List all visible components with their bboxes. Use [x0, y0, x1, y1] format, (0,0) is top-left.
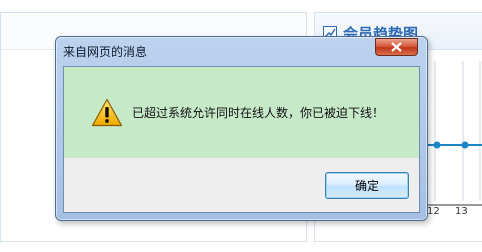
ok-button-label: 确定	[354, 179, 379, 193]
chart-point	[461, 141, 469, 149]
close-icon	[391, 42, 402, 52]
warning-icon	[91, 98, 123, 127]
alert-dialog: 来自网页的消息 已超过系统允许同时在线人数，你已被迫下线！ 确定	[55, 36, 428, 221]
x-tick-label: 12	[427, 206, 440, 217]
dialog-body: 已超过系统允许同时在线人数，你已被迫下线！ 确定	[63, 66, 420, 213]
ok-button[interactable]: 确定	[325, 172, 409, 199]
x-tick-label: 13	[455, 206, 468, 217]
dialog-message: 已超过系统允许同时在线人数，你已被迫下线！	[132, 106, 385, 120]
chart-point	[433, 141, 441, 149]
dialog-title: 来自网页的消息	[63, 45, 148, 59]
close-button[interactable]	[375, 38, 418, 56]
message-area: 已超过系统允许同时在线人数，你已被迫下线！	[64, 67, 419, 158]
